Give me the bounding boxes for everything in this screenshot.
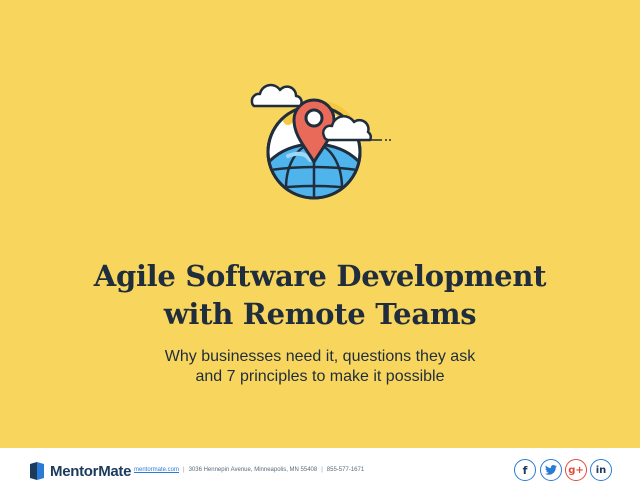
document-title-line-1: Agile Software Development xyxy=(93,259,547,293)
footer-bar: MentorMate mentormate.com | 3036 Hennepin … xyxy=(0,448,640,495)
website-link[interactable]: mentormate.com xyxy=(134,467,179,473)
document-subtitle-line-1: Why businesses need it, questions they a… xyxy=(164,348,476,365)
brand-logo-link[interactable]: MentorMate xyxy=(30,461,131,481)
mentormate-logo-icon xyxy=(30,462,44,480)
address-text: 3036 Hennepin Avenue, Minneapolis, MN 55… xyxy=(188,467,318,473)
separator: | xyxy=(183,467,185,473)
document-subtitle-line-2: and 7 principles to make it possible xyxy=(195,368,445,385)
phone-text: 855-577-1671 xyxy=(326,467,365,473)
brand-name: MentorMate xyxy=(50,462,132,480)
facebook-icon[interactable]: f xyxy=(514,459,536,481)
document-title-line-2: with Remote Teams xyxy=(163,297,477,331)
google-plus-icon[interactable]: g+ xyxy=(565,459,587,481)
contact-info: mentormate.com | 3036 Hennepin Avenue, Min… xyxy=(134,467,364,473)
twitter-bird-icon xyxy=(545,465,557,475)
globe-location-pin-illustration xyxy=(250,83,391,200)
twitter-icon[interactable] xyxy=(540,459,562,481)
linkedin-icon[interactable]: in xyxy=(590,459,612,481)
separator: | xyxy=(321,467,323,473)
